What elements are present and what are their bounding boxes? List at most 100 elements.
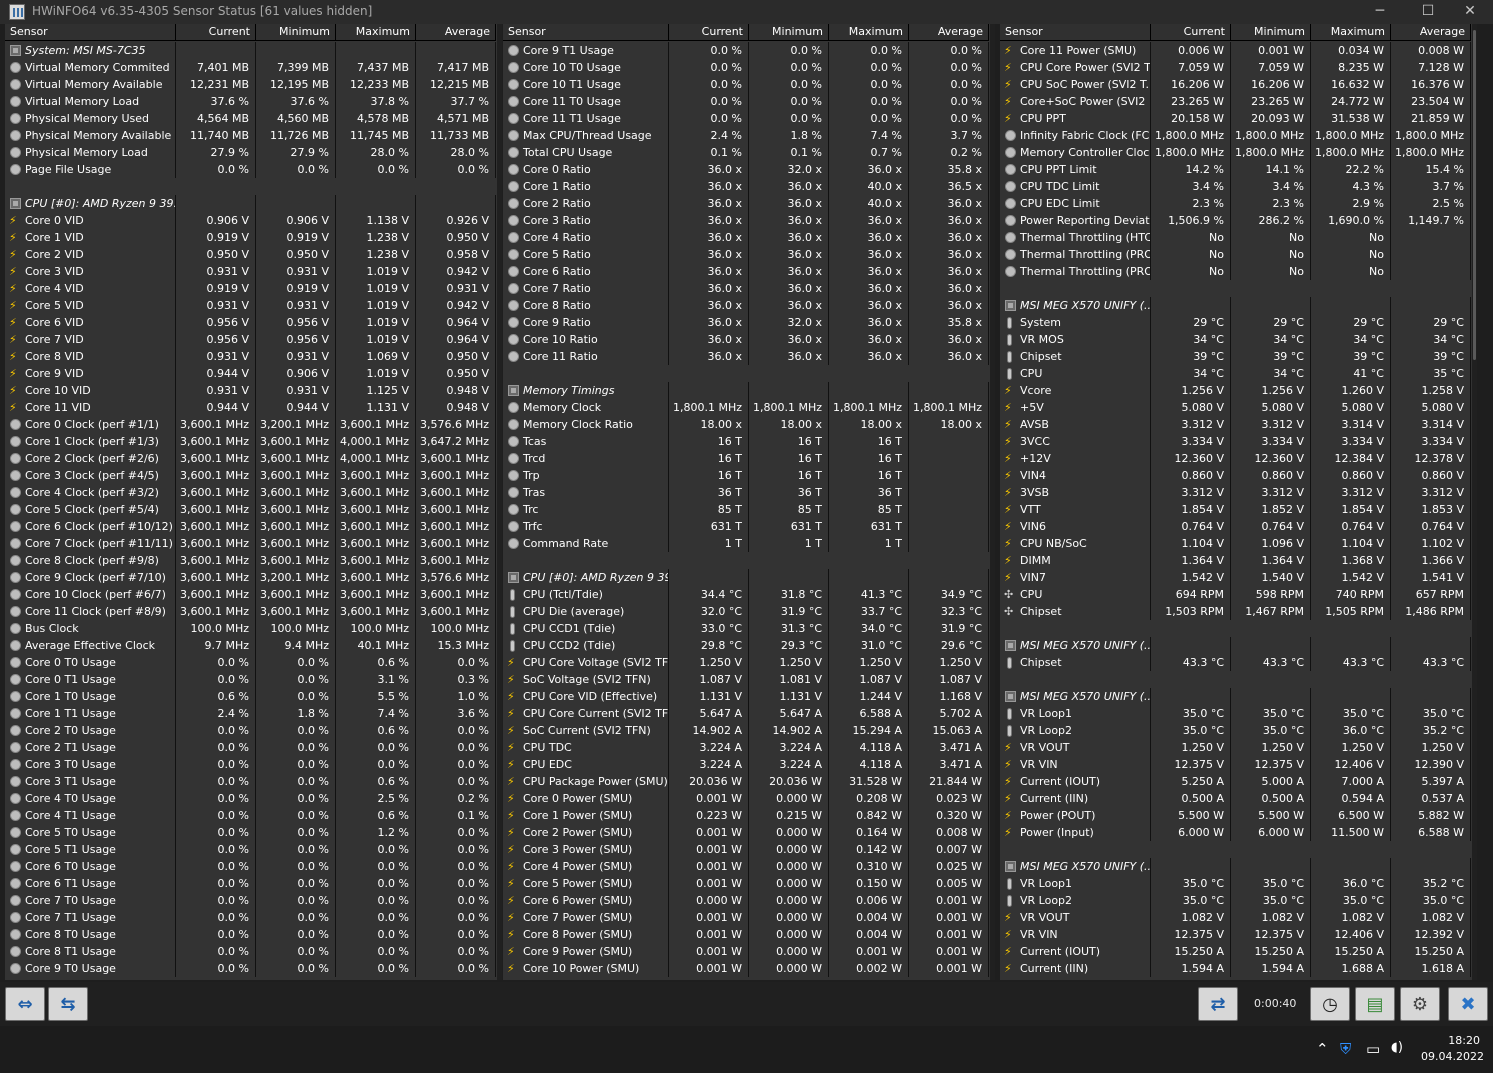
sensor-row[interactable]: Core 5 Ratio 36.0 x 36.0 x 36.0 x 36.0 x (503, 246, 989, 263)
report-icon[interactable]: ▤ (1355, 987, 1395, 1021)
sensor-row[interactable]: Average Effective Clock 9.7 MHz 9.4 MHz 40.… (5, 637, 496, 654)
sensor-row[interactable]: Thermal Throttling (PRO... No No No (1000, 246, 1471, 263)
sensor-row[interactable]: Core 2 Clock (perf #2/6) 3,600.1 MHz 3,600… (5, 450, 496, 467)
taskbar-time[interactable]: 18:20 (1438, 1034, 1480, 1047)
sensor-row[interactable]: Core 7 VID0.956 V0.956 V1.019 V0.964 V (5, 331, 496, 348)
sensor-group-header[interactable]: MSI MEG X570 UNIFY (... (1000, 688, 1471, 705)
sensor-row[interactable]: VR Loop2 35.0 °C 35.0 °C 35.0 °C 35.0 °C (1000, 892, 1471, 909)
sensor-row[interactable]: Core 5 VID0.931 V0.931 V1.019 V0.942 V (5, 297, 496, 314)
sensor-row[interactable]: Core 2 Ratio 36.0 x 36.0 x 40.0 x 36.0 x (503, 195, 989, 212)
tray-chevron-icon[interactable]: ⌃ (1316, 1040, 1329, 1058)
sensor-row[interactable]: Power (POUT)5.500 W5.500 W6.500 W5.882 W (1000, 807, 1471, 824)
sensor-row[interactable]: CPU Package Power (SMU)20.036 W20.036 W3… (503, 773, 989, 790)
sensor-row[interactable]: Core 10 Clock (perf #6/7) 3,600.1 MHz 3,60… (5, 586, 496, 603)
sensor-row[interactable]: Core 6 VID0.956 V0.956 V1.019 V0.964 V (5, 314, 496, 331)
sensor-row[interactable]: Core 10 Power (SMU)0.001 W0.000 W0.002 W… (503, 960, 989, 977)
sensor-row[interactable]: Core 4 T1 Usage 0.0 % 0.0 % 0.6 % 0.1 % (5, 807, 496, 824)
sensor-row[interactable]: Core 7 Power (SMU)0.001 W0.000 W0.004 W0… (503, 909, 989, 926)
sensor-row[interactable]: Core 0 Power (SMU) 0.001 W0.000 W0.208 W0… (503, 790, 989, 807)
sensor-row[interactable]: Trcd 16 T 16 T 16 T (503, 450, 989, 467)
sensor-row[interactable]: Command Rate 1 T1 T1 T (503, 535, 989, 552)
column-header-maximum[interactable]: Maximum (1311, 24, 1391, 41)
sensor-row[interactable]: CPU Core Current (SVI2 TFN)5.647 A5.647 … (503, 705, 989, 722)
sensor-row[interactable]: CPU Core Power (SVI2 T...7.059 W7.059 W8… (1000, 59, 1471, 76)
sensor-row[interactable]: CPU 34 °C 34 °C 41 °C 35 °C (1000, 365, 1471, 382)
sensor-row[interactable]: Core 7 Ratio 36.0 x 36.0 x 36.0 x 36.0 x (503, 280, 989, 297)
nav-arrows-icon[interactable]: ⇔ (5, 987, 45, 1021)
sensor-row[interactable]: Core 8 T0 Usage 0.0 % 0.0 % 0.0 % 0.0 % (5, 926, 496, 943)
column-header-current[interactable]: Current (669, 24, 749, 41)
sensor-row[interactable]: Core 7 T1 Usage 0.0 % 0.0 % 0.0 % 0.0 % (5, 909, 496, 926)
sensor-row[interactable]: Core 4 Power (SMU) 0.001 W0.000 W0.310 W0… (503, 858, 989, 875)
sensor-row[interactable]: Core 3 Ratio 36.0 x 36.0 x 36.0 x 36.0 x (503, 212, 989, 229)
sensor-row[interactable]: Core 0 T1 Usage 0.0 % 0.0 % 3.1 % 0.3 % (5, 671, 496, 688)
sensor-panel-2[interactable]: Sensor Current Minimum Maximum Average Core 9… (503, 24, 995, 980)
sensor-row[interactable]: Core 8 Power (SMU)0.001 W0.000 W0.004 W0… (503, 926, 989, 943)
column-header-minimum[interactable]: Minimum (749, 24, 829, 41)
sensor-row[interactable]: Core 4 T0 Usage 0.0 % 0.0 % 2.5 % 0.2 % (5, 790, 496, 807)
sensor-row[interactable]: CPU CCD2 (Tdie) 29.8 °C 29.3 °C 31.0 °C 29.6… (503, 637, 989, 654)
sensor-row[interactable]: VIN71.542 V1.540 V1.542 V1.541 V (1000, 569, 1471, 586)
sensor-row[interactable]: CPU PPT 20.158 W20.093 W31.538 W21.859 W (1000, 110, 1471, 127)
sensor-row[interactable]: Core 10 VID0.931 V0.931 V1.125 V0.948 V (5, 382, 496, 399)
sensor-row[interactable]: Virtual Memory Available 12,231 MB 12,195 … (5, 76, 496, 93)
vertical-scrollbar[interactable] (1472, 24, 1477, 980)
sensor-row[interactable]: Tcas 16 T 16 T 16 T (503, 433, 989, 450)
sensor-row[interactable]: Core 11 Power (SMU) 0.006 W0.001 W0.034 W… (1000, 42, 1471, 59)
sensor-row[interactable]: Core 9 T0 Usage 0.0 % 0.0 % 0.0 % 0.0 % (5, 960, 496, 977)
vertical-scrollbar[interactable] (990, 24, 995, 980)
sensor-row[interactable]: Core 2 VID0.950 V0.950 V1.238 V0.958 V (5, 246, 496, 263)
sensor-row[interactable]: Core 9 Ratio 36.0 x 32.0 x 36.0 x 35.8 x (503, 314, 989, 331)
volume-icon[interactable]: ◖) (1391, 1040, 1403, 1055)
sensor-row[interactable]: Memory Clock Ratio 18.00 x 18.00 x 18.00 x1… (503, 416, 989, 433)
sensor-row[interactable]: Core 4 VID0.919 V0.919 V1.019 V0.931 V (5, 280, 496, 297)
sensor-row[interactable]: Core 6 Clock (perf #10/12) 3,600.1 MHz 3,6… (5, 518, 496, 535)
sensor-row[interactable]: AVSB3.312 V3.312 V3.314 V3.314 V (1000, 416, 1471, 433)
sensor-row[interactable]: CPU TDC Limit 3.4 % 3.4 % 4.3 % 3.7 % (1000, 178, 1471, 195)
sensor-row[interactable]: Virtual Memory Commited 7,401 MB 7,399 MB 7… (5, 59, 496, 76)
sensor-row[interactable]: VIN40.860 V0.860 V0.860 V0.860 V (1000, 467, 1471, 484)
sensor-row[interactable]: Core 5 T1 Usage 0.0 % 0.0 % 0.0 % 0.0 % (5, 841, 496, 858)
sensor-row[interactable]: Power Reporting Deviati... 1,506.9 % 286.2… (1000, 212, 1471, 229)
sensor-row[interactable]: Virtual Memory Load 37.6 % 37.6 % 37.8 % 37.… (5, 93, 496, 110)
column-header-minimum[interactable]: Minimum (256, 24, 336, 41)
collapse-arrows-icon[interactable]: ⇆ (48, 987, 88, 1021)
sensor-row[interactable]: Core 5 Clock (perf #5/4) 3,600.1 MHz 3,600… (5, 501, 496, 518)
sensor-row[interactable]: Core 7 T0 Usage 0.0 % 0.0 % 0.0 % 0.0 % (5, 892, 496, 909)
sensor-row[interactable]: VR VIN12.375 V12.375 V12.406 V12.392 V (1000, 926, 1471, 943)
column-header-maximum[interactable]: Maximum (336, 24, 416, 41)
column-header-minimum[interactable]: Minimum (1231, 24, 1311, 41)
taskbar-date[interactable]: 09.04.2022 (1421, 1050, 1484, 1063)
sensor-row[interactable]: CPU SoC Power (SVI2 T...16.206 W16.206 W… (1000, 76, 1471, 93)
sensor-row[interactable]: Max CPU/Thread Usage 2.4 % 1.8 % 7.4 % 3.7 % (503, 127, 989, 144)
sensor-row[interactable]: CPU Core Voltage (SVI2 TFN)1.250 V1.250 … (503, 654, 989, 671)
sensor-row[interactable]: Core 11 T1 Usage 0.0 % 0.0 % 0.0 % 0.0 % (503, 110, 989, 127)
sensor-row[interactable]: Core 5 T0 Usage 0.0 % 0.0 % 1.2 % 0.0 % (5, 824, 496, 841)
sensor-row[interactable]: Core 11 Ratio 36.0 x 36.0 x 36.0 x 36.0 x (503, 348, 989, 365)
sensor-row[interactable]: Core 10 T0 Usage 0.0 % 0.0 % 0.0 % 0.0 % (503, 59, 989, 76)
sensor-row[interactable]: 3VSB3.312 V3.312 V3.312 V3.312 V (1000, 484, 1471, 501)
sensor-row[interactable]: Core 8 VID0.931 V0.931 V1.069 V0.950 V (5, 348, 496, 365)
sensor-row[interactable]: Power (Input)6.000 W6.000 W11.500 W6.588… (1000, 824, 1471, 841)
column-header-current[interactable]: Current (1151, 24, 1231, 41)
sensor-row[interactable]: Core 3 T1 Usage 0.0 % 0.0 % 0.6 % 0.0 % (5, 773, 496, 790)
sensor-row[interactable]: Core 1 Power (SMU) 0.223 W0.215 W0.842 W0… (503, 807, 989, 824)
sensor-row[interactable]: Tras 36 T 36 T 36 T (503, 484, 989, 501)
sensor-group-header[interactable]: CPU [#0]: AMD Ryzen 9 39... (503, 569, 989, 586)
sensor-row[interactable]: Physical Memory Available 11,740 MB 11,726… (5, 127, 496, 144)
sensor-row[interactable]: +5V5.080 V5.080 V5.080 V5.080 V (1000, 399, 1471, 416)
sensor-row[interactable]: Current (IOUT) 5.250 A5.000 A7.000 A5.397… (1000, 773, 1471, 790)
sensor-row[interactable]: Core 9 Power (SMU)0.001 W0.000 W0.001 W0… (503, 943, 989, 960)
sensor-row[interactable]: Chipset 39 °C 39 °C 39 °C 39 °C (1000, 348, 1471, 365)
sensor-row[interactable]: Thermal Throttling (PRO... No No No (1000, 263, 1471, 280)
sensor-row[interactable]: Core 4 Clock (perf #3/2) 3,600.1 MHz 3,600… (5, 484, 496, 501)
sensor-group-header[interactable]: MSI MEG X570 UNIFY (... (1000, 637, 1471, 654)
sensor-group-header[interactable]: CPU [#0]: AMD Ryzen 9 39... (5, 195, 496, 212)
sensor-row[interactable]: Core 11 T0 Usage 0.0 % 0.0 % 0.0 % 0.0 % (503, 93, 989, 110)
sensor-row[interactable]: CPU EDC3.224 A3.224 A4.118 A3.471 A (503, 756, 989, 773)
column-header-sensor[interactable]: Sensor (5, 24, 176, 41)
sensor-row[interactable]: Core 9 T1 Usage 0.0 % 0.0 % 0.0 % 0.0 % (503, 42, 989, 59)
sensor-group-header[interactable]: Memory Timings (503, 382, 989, 399)
column-header-sensor[interactable]: Sensor (503, 24, 669, 41)
sensor-row[interactable]: Core 0 Ratio 36.0 x 32.0 x 36.0 x 35.8 x (503, 161, 989, 178)
